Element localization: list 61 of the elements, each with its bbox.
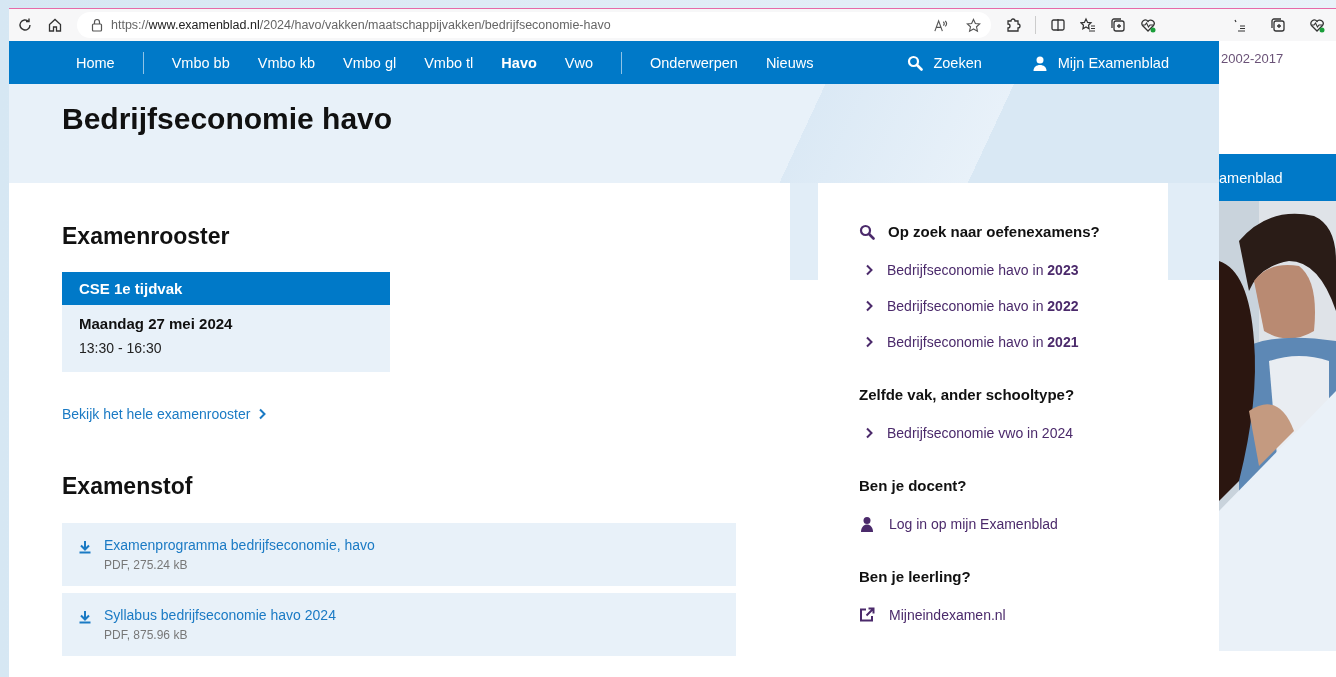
heart-pulse-icon[interactable] xyxy=(1140,17,1156,33)
nav-link[interactable]: Havo xyxy=(487,54,551,71)
collections-icon[interactable] xyxy=(1110,17,1126,33)
reload-icon[interactable] xyxy=(17,17,33,33)
file-link[interactable]: Syllabus bedrijfseconomie havo 2024 xyxy=(104,607,336,623)
schedule-link[interactable]: Bekijk het hele examenrooster xyxy=(62,406,267,422)
sidebar-heading: Op zoek naar oefenexamens? xyxy=(888,223,1100,240)
nav-link[interactable]: Vwo xyxy=(550,54,608,71)
chevron-icon xyxy=(865,427,873,439)
address-text: https://www.examenblad.nl/2024/havo/vakken/maatschappijvakken/bedrijfseconomie-havo xyxy=(111,18,612,32)
sidebar-link[interactable]: Bedrijfseconomie havo in 2022 xyxy=(859,288,1168,324)
sidebar-heading: Zelfde vak, ander schooltype? xyxy=(859,386,1075,403)
account-link[interactable]: Mijn Examenblad xyxy=(1031,54,1169,71)
split-screen-icon[interactable] xyxy=(1050,17,1066,33)
sidebar-link[interactable]: Bedrijfseconomie havo in 2023 xyxy=(859,252,1168,288)
download-icon xyxy=(78,540,92,554)
exam-time: 13:30 - 16:30 xyxy=(79,340,163,356)
nav-link[interactable]: Vmbo bb xyxy=(157,54,244,71)
search-link[interactable]: Zoeken xyxy=(907,54,982,71)
sidebar-heading: Ben je docent? xyxy=(859,477,967,494)
year-range: 2002-2017 xyxy=(1220,50,1285,68)
sidebar-heading: Ben je leerling? xyxy=(859,568,971,585)
search-icon xyxy=(859,223,875,240)
user-icon xyxy=(1031,54,1048,71)
heart-pulse-icon[interactable] xyxy=(1308,17,1325,33)
schedule-card-title: CSE 1e tijdvak xyxy=(62,272,390,305)
read-aloud-icon[interactable] xyxy=(933,17,948,33)
file-link[interactable]: Examenprogramma bedrijfseconomie, havo xyxy=(104,537,375,553)
file-info: PDF, 275.24 kB xyxy=(104,558,189,572)
chevron-icon xyxy=(865,264,873,276)
download-item[interactable]: Examenprogramma bedrijfseconomie, havo PDF, 275.24 kB xyxy=(62,523,736,586)
nav-link[interactable]: Home xyxy=(62,54,129,71)
chevron-icon xyxy=(865,300,873,312)
page-title: Bedrijfseconomie havo xyxy=(62,101,394,136)
puzzle-icon[interactable] xyxy=(1005,17,1021,33)
sidebar-link[interactable]: Bedrijfseconomie havo in 2021 xyxy=(859,324,1168,360)
user-icon xyxy=(859,516,875,532)
file-info: PDF, 875.96 kB xyxy=(104,628,189,642)
download-icon xyxy=(78,610,92,624)
external-link-icon xyxy=(859,607,875,623)
section-heading: Examenrooster xyxy=(62,223,231,250)
nav-link[interactable]: Vmbo tl xyxy=(410,54,488,71)
download-item[interactable]: Syllabus bedrijfseconomie havo 2024 PDF, 875.96 kB xyxy=(62,593,736,656)
collections-icon[interactable] xyxy=(1269,17,1286,33)
nav-link[interactable]: Nieuws xyxy=(751,54,828,71)
search-icon xyxy=(907,54,924,71)
nav-link[interactable]: Onderwerpen xyxy=(636,54,752,71)
address-bar[interactable]: https://www.examenblad.nl/2024/havo/vakken/maatschappijvakken/bedrijfseconomie-havo xyxy=(77,12,991,38)
banner-title: amenblad xyxy=(1219,154,1336,201)
star-icon[interactable] xyxy=(966,17,981,33)
nav-link[interactable]: Vmbo kb xyxy=(243,54,329,71)
lock-icon xyxy=(91,18,103,32)
sidebar-link[interactable]: Mijneindexamen.nl xyxy=(859,597,1168,633)
chevron-icon xyxy=(865,336,873,348)
section-heading: Examenstof xyxy=(62,473,194,500)
sidebar-link[interactable]: Bedrijfseconomie vwo in 2024 xyxy=(859,415,1168,451)
home-icon[interactable] xyxy=(47,17,63,33)
exam-date: Maandag 27 mei 2024 xyxy=(79,315,234,332)
chevron-icon xyxy=(258,408,267,420)
sidebar-link[interactable]: Log in op mijn Examenblad xyxy=(859,506,1168,542)
nav-link[interactable]: Vmbo gl xyxy=(328,54,411,71)
